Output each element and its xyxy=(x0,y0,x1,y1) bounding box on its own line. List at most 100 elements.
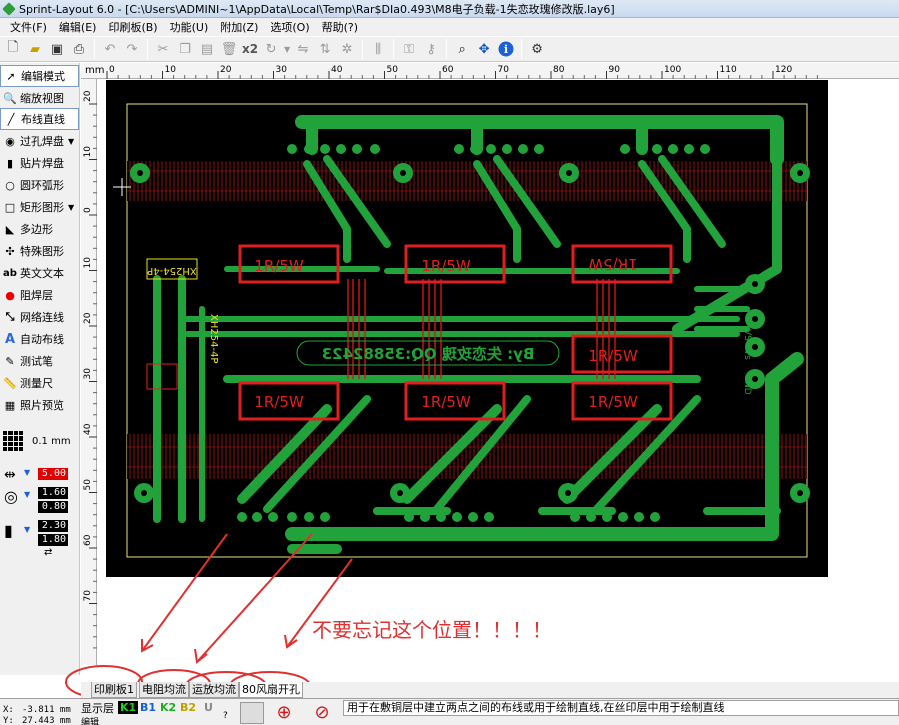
tool-photo-preview[interactable]: ▦ 照片预览 xyxy=(0,394,79,416)
layers-label: 显示层 xyxy=(81,702,114,715)
pcb-canvas[interactable]: 1R/5W 1R/5W 1R/5W 1R/5W 1R/5W 1R/5W 1R/5… xyxy=(97,79,899,665)
group-icon[interactable]: ⫼ xyxy=(367,38,389,60)
target-icon[interactable]: ⊕ xyxy=(272,702,296,724)
paste-icon[interactable]: ▤ xyxy=(196,38,218,60)
magnifier-icon: 🔍 xyxy=(3,91,17,105)
smd-height-value[interactable]: 1.80 xyxy=(38,534,68,546)
edit-layer-label: 编辑 xyxy=(81,718,100,725)
resistor-label: 1R/5W xyxy=(588,347,638,365)
menu-extras[interactable]: 附加(Z) xyxy=(214,19,264,35)
chevron-down-icon[interactable]: ▼ xyxy=(24,468,30,477)
ruler-tick-label: 10 xyxy=(83,146,93,158)
menu-help[interactable]: 帮助(?) xyxy=(316,19,364,35)
menu-functions[interactable]: 功能(U) xyxy=(164,19,215,35)
rotate-icon[interactable]: ↻ xyxy=(260,38,282,60)
tool-polygon[interactable]: ◣ 多边形 xyxy=(0,218,79,240)
chevron-down-icon[interactable]: ▼ xyxy=(68,203,74,212)
ruler-tick-label: 10 xyxy=(83,257,93,269)
layer-u[interactable]: U xyxy=(204,701,213,714)
settings-icon[interactable]: ⚙ xyxy=(526,38,548,60)
label-vs: VS xyxy=(742,329,752,341)
pointer-mode-icon[interactable] xyxy=(240,702,264,724)
tool-edit-mode[interactable]: ➚ 编辑模式 xyxy=(0,65,79,87)
status-bar: X: -3.811 mm Y: 27.443 mm 显示层 编辑 K1 B1 K… xyxy=(0,698,899,725)
chevron-down-icon[interactable]: ▼ xyxy=(24,490,30,499)
layer-b2[interactable]: B2 xyxy=(180,701,196,714)
circle-arc-icon: ○ xyxy=(5,178,15,192)
no-drc-icon[interactable]: ⊘ xyxy=(310,702,334,724)
mirror-h-icon[interactable]: ⇋ xyxy=(292,38,314,60)
tool-text[interactable]: ab 英文文本 xyxy=(0,262,79,284)
zoom-icon[interactable]: ⌕ xyxy=(451,38,473,60)
grid-value[interactable]: 0.1 mm xyxy=(32,436,71,447)
chevron-down-icon[interactable]: ▼ xyxy=(24,525,30,534)
tool-autoroute[interactable]: A 自动布线 xyxy=(0,328,79,350)
swap-icon[interactable]: ⇄ xyxy=(44,547,52,558)
undo-icon[interactable]: ↶ xyxy=(99,38,121,60)
tool-smd-pad[interactable]: ▮ 贴片焊盘 xyxy=(0,152,79,174)
label-vs2: Vs xyxy=(742,349,752,360)
save-icon[interactable]: ▣ xyxy=(46,38,68,60)
pcb-drawing: 1R/5W 1R/5W 1R/5W 1R/5W 1R/5W 1R/5W 1R/5… xyxy=(106,80,828,664)
track-width-value[interactable]: 5.00 xyxy=(38,468,68,480)
tool-solder-mask[interactable]: ● 阻焊层 xyxy=(0,284,79,306)
help-question-icon[interactable]: ? xyxy=(223,711,228,721)
ruler-tick-label: 40 xyxy=(83,423,93,435)
pad-outer-value[interactable]: 1.60 xyxy=(38,487,68,499)
tool-rectangle[interactable]: □ 矩形图形 ▼ xyxy=(0,196,79,218)
layer-b1[interactable]: B1 xyxy=(140,701,156,714)
ruler-tick-label: 50 xyxy=(387,65,399,75)
toolbar-separator xyxy=(446,39,448,59)
ruler-tick-label: 30 xyxy=(276,65,288,75)
layer-k1[interactable]: K1 xyxy=(118,701,139,714)
chevron-down-icon[interactable]: ▼ xyxy=(68,137,74,146)
duplicate-x2-button[interactable]: x2 xyxy=(240,42,260,56)
info-icon[interactable]: i xyxy=(495,38,517,60)
copy-icon[interactable]: ❐ xyxy=(174,38,196,60)
pad-inner-value[interactable]: 0.80 xyxy=(38,501,68,513)
ruler-left-ticks: 20 10 0 10 20 30 40 50 60 70 xyxy=(83,90,97,649)
layer-k2[interactable]: K2 xyxy=(160,701,176,714)
tab-fan-cutout[interactable]: 80风扇开孔 xyxy=(239,682,303,698)
connector-label-top: XH254-4P xyxy=(147,265,196,276)
sprint-layout-window: { "window": { "title": "Sprint-Layout 6.… xyxy=(0,0,899,725)
main-toolbar: 🗋 ▰ ▣ ⎙ ↶ ↷ ✂ ❐ ▤ 🗑 x2 ↻ ▼ ⇋ ⇅ ✲ ⫼ ⚿ ⚷ ⌕… xyxy=(0,36,899,62)
tool-label: 照片预览 xyxy=(20,399,64,412)
tab-board-1[interactable]: 印刷板1 xyxy=(91,682,137,698)
tab-opamp-balance[interactable]: 运放均流 xyxy=(189,682,239,698)
tool-special-shape[interactable]: ✣ 特殊图形 xyxy=(0,240,79,262)
arrow-pointer-icon: ➚ xyxy=(6,69,16,83)
autoroute-icon: A xyxy=(4,331,16,347)
move-crosshair-icon[interactable]: ✥ xyxy=(473,38,495,60)
toolbar-separator xyxy=(393,39,395,59)
tool-measure[interactable]: 📏 测量尺 xyxy=(0,372,79,394)
tool-netlist[interactable]: ⤡ 网络连线 xyxy=(0,306,79,328)
chevron-down-icon[interactable]: ▼ xyxy=(282,38,292,60)
menu-file[interactable]: 文件(F) xyxy=(4,19,53,35)
print-icon[interactable]: ⎙ xyxy=(68,38,90,60)
cut-icon[interactable]: ✂ xyxy=(152,38,174,60)
tool-zoom-view[interactable]: 🔍 缩放视图 xyxy=(0,87,79,109)
connector-label-mid: XH254-4P xyxy=(208,314,219,363)
mirror-v-icon[interactable]: ⇅ xyxy=(314,38,336,60)
smd-width-value[interactable]: 2.30 xyxy=(38,520,68,532)
align-icon[interactable]: ✲ xyxy=(336,38,358,60)
tool-via-pad[interactable]: ◉ 过孔焊盘 ▼ xyxy=(0,130,79,152)
grid-icon[interactable] xyxy=(3,431,23,451)
ruler-tick-label: 60 xyxy=(83,534,93,546)
tab-resistor-balance[interactable]: 电阻均流 xyxy=(139,682,189,698)
label-gnd: GND xyxy=(742,374,752,395)
new-file-icon[interactable]: 🗋 xyxy=(2,38,24,60)
tool-circle-arc[interactable]: ○ 圆环弧形 xyxy=(0,174,79,196)
tool-test-probe[interactable]: ✎ 测试笔 xyxy=(0,350,79,372)
open-folder-icon[interactable]: ▰ xyxy=(24,38,46,60)
unlock-icon[interactable]: ⚷ xyxy=(420,38,442,60)
track-pen-icon: ╱ xyxy=(7,112,15,126)
lock-icon[interactable]: ⚿ xyxy=(398,38,420,60)
menu-board[interactable]: 印刷板(B) xyxy=(102,19,163,35)
redo-icon[interactable]: ↷ xyxy=(121,38,143,60)
delete-icon[interactable]: 🗑 xyxy=(218,38,240,60)
tool-track[interactable]: ╱ 布线直线 xyxy=(0,108,79,130)
menu-options[interactable]: 选项(O) xyxy=(264,19,315,35)
menu-edit[interactable]: 编辑(E) xyxy=(53,19,103,35)
